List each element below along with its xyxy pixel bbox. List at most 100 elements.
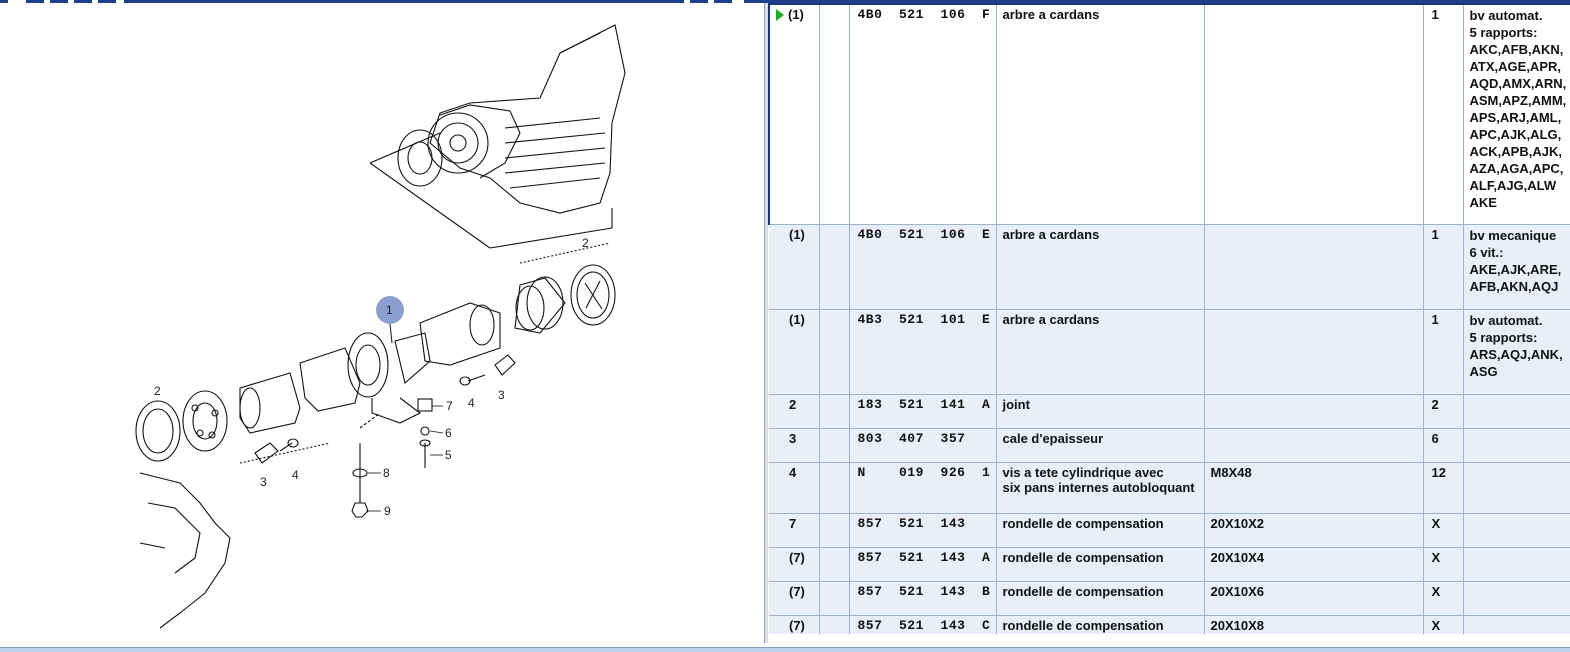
quantity-text: X (1431, 583, 1441, 599)
remark-cell (1463, 462, 1570, 514)
quantity-text: X (1431, 549, 1441, 565)
marker-cell (819, 581, 850, 616)
part-number-cell: 857 521 143 C (849, 615, 997, 634)
table-row[interactable]: (7) 857 521 143 B rondelle de compensation… (769, 581, 1570, 616)
part-number-cell: N 019 926 1 (849, 462, 997, 514)
part-number-text: 183 521 141 A (857, 396, 991, 412)
quantity-text: X (1431, 617, 1441, 633)
marker-cell (819, 394, 850, 429)
description-cell: arbre a cardans (996, 309, 1205, 395)
callout-4-left[interactable]: 4 (292, 468, 299, 482)
dimension-cell: 20X10X8 (1204, 615, 1424, 634)
quantity-text: X (1431, 515, 1441, 531)
selected-row-arrow-icon (776, 9, 784, 21)
description-text: arbre a cardans (1002, 311, 1100, 327)
quantity-cell: 1 (1423, 309, 1464, 395)
callout-3-right[interactable]: 3 (498, 388, 505, 402)
marker-cell (819, 513, 850, 548)
tube-right (419, 302, 501, 366)
quantity-text: 1 (1431, 226, 1439, 242)
table-row[interactable]: 4 N 019 926 1 vis a tete cylindrique avec … (769, 462, 1570, 514)
remark-text: bv automat. 5 rapports: ARS,AQJ,ANK, ASG (1469, 312, 1563, 379)
description-text: arbre a cardans (1002, 226, 1100, 242)
description-cell: arbre a cardans (996, 3, 1205, 225)
table-row[interactable]: (7) 857 521 143 A rondelle de compensation… (769, 547, 1570, 582)
table-row[interactable]: (1) 4B0 521 106 E arbre a cardans 1 bv mecan… (769, 224, 1570, 310)
dimension-cell (1204, 224, 1424, 310)
quantity-text: 12 (1431, 464, 1446, 480)
callout-8[interactable]: 8 (383, 466, 390, 480)
remark-cell: bv automat. 5 rapports: AKC,AFB,AKN, ATX… (1463, 3, 1570, 225)
quantity-cell: X (1423, 513, 1464, 548)
marker-cell (819, 428, 850, 463)
dimension-cell (1204, 309, 1424, 395)
part-number-cell: 4B0 521 106 F (849, 3, 997, 225)
position-text: 2 (789, 396, 797, 412)
description-cell: rondelle de compensation (996, 547, 1205, 582)
quantity-cell: 12 (1423, 462, 1464, 514)
dimension-text: 20X10X4 (1210, 549, 1265, 565)
quantity-text: 6 (1431, 430, 1439, 446)
cv-joint-right (514, 276, 566, 334)
table-row[interactable]: 7 857 521 143 rondelle de compensation 20X1… (769, 513, 1570, 548)
table-row[interactable]: 2 183 521 141 A joint 2 (769, 394, 1570, 429)
marker-cell (819, 3, 850, 225)
description-cell: arbre a cardans (996, 224, 1205, 310)
quantity-text: 1 (1431, 311, 1439, 327)
callout-4-right[interactable]: 4 (468, 396, 475, 410)
table-row[interactable]: (1) 4B3 521 101 E arbre a cardans 1 bv autom… (769, 309, 1570, 395)
bearing-hardware (351, 398, 433, 518)
callout-3-left[interactable]: 3 (260, 475, 267, 489)
part-number-text: N 019 926 1 (857, 464, 991, 480)
table-bottom-gap (768, 634, 1570, 647)
callout-9[interactable]: 9 (384, 504, 391, 518)
remark-cell (1463, 547, 1570, 582)
callout-2-left[interactable]: 2 (154, 384, 161, 398)
table-row[interactable]: 3 803 407 357 cale d'epaisseur 6 (769, 428, 1570, 463)
position-cell: 3 (769, 428, 820, 463)
position-text: (7) (789, 549, 805, 565)
quantity-cell: 1 (1423, 3, 1464, 225)
table-row[interactable]: (7) 857 521 143 C rondelle de compensation… (769, 615, 1570, 634)
dimension-cell (1204, 394, 1424, 429)
remark-text: bv automat. 5 rapports: AKC,AFB,AKN, ATX… (1469, 8, 1567, 210)
position-cell: (7) (769, 615, 820, 634)
marker-cell (819, 547, 850, 582)
callout-6[interactable]: 6 (445, 426, 452, 440)
position-text: 4 (789, 464, 797, 480)
part-number-text: 857 521 143 B (857, 583, 991, 599)
callout-5[interactable]: 5 (445, 448, 452, 462)
description-text: joint (1002, 396, 1030, 412)
description-cell: rondelle de compensation (996, 581, 1205, 616)
part-number-text: 857 521 143 C (857, 617, 991, 633)
position-cell: (7) (769, 547, 820, 582)
part-number-text: 4B0 521 106 E (857, 226, 991, 242)
bolt-right (459, 374, 486, 386)
remark-text: bv mecanique 6 vit.: AKE,AJK,ARE, AFB,AK… (1469, 227, 1562, 294)
remark-cell (1463, 394, 1570, 429)
part-number-cell: 857 521 143 A (849, 547, 997, 582)
description-cell: joint (996, 394, 1205, 429)
position-text: (1) (788, 7, 804, 22)
part-number-text: 857 521 143 (857, 515, 966, 531)
callout-7[interactable]: 7 (446, 399, 453, 413)
dimension-cell: 20X10X2 (1204, 513, 1424, 548)
callout-1[interactable]: 1 (386, 303, 393, 317)
position-cell: (1) (769, 309, 820, 395)
remark-cell: bv mecanique 6 vit.: AKE,AJK,ARE, AFB,AK… (1463, 224, 1570, 310)
engine-outline (139, 472, 231, 629)
position-text: 7 (789, 515, 797, 531)
dimension-text: 20X10X2 (1210, 515, 1265, 531)
dimension-cell: M8X48 (1204, 462, 1424, 514)
part-number-cell: 857 521 143 B (849, 581, 997, 616)
callout-2-right[interactable]: 2 (582, 236, 589, 250)
table-row[interactable]: (1) 4B0 521 106 F arbre a cardans 1 bv autom… (768, 3, 1570, 225)
dimension-cell: 20X10X6 (1204, 581, 1424, 616)
quantity-cell: 2 (1423, 394, 1464, 429)
position-cell: 4 (769, 462, 820, 514)
position-text: (1) (789, 226, 805, 242)
tube-left (239, 372, 301, 434)
gasket-left (135, 400, 181, 462)
quantity-cell: 1 (1423, 224, 1464, 310)
remark-cell: bv automat. 5 rapports: ARS,AQJ,ANK, ASG (1463, 309, 1570, 395)
